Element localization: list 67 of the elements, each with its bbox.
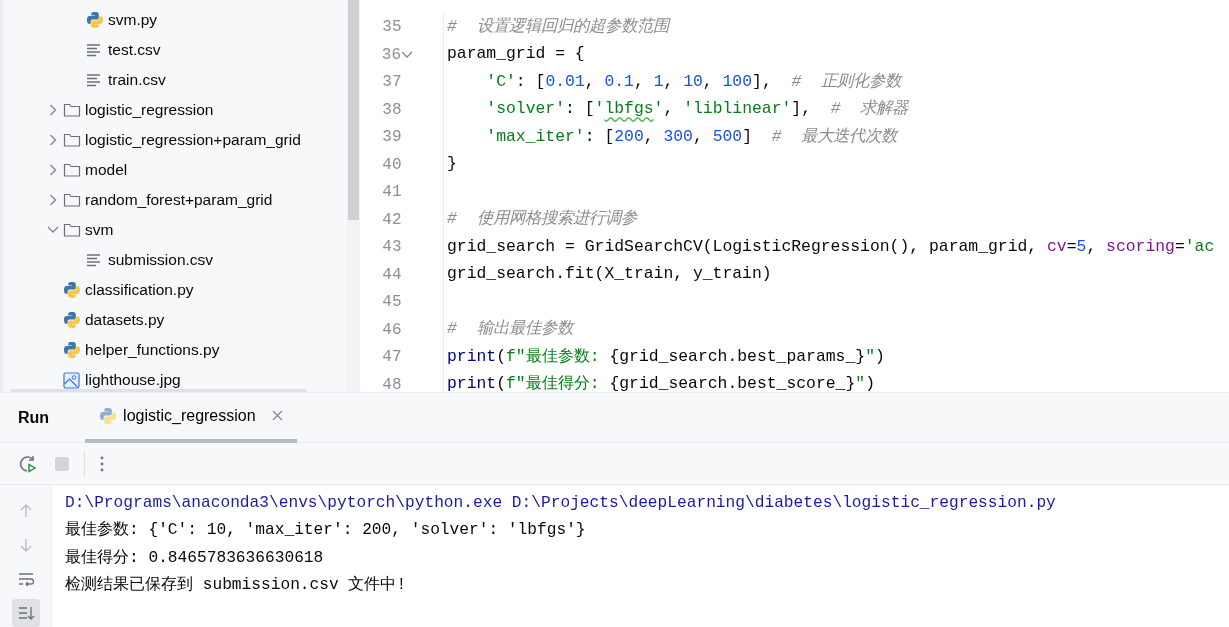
folder-icon	[63, 132, 81, 148]
text-file-icon	[86, 43, 102, 57]
file-name[interactable]: submission.csv	[108, 250, 214, 270]
chevron-right-icon[interactable]	[49, 104, 57, 116]
line-number: 44	[381, 264, 402, 286]
image-file-icon	[63, 371, 80, 389]
file-name[interactable]: svm.py	[108, 10, 158, 30]
folder-name[interactable]: logistic_regression+param_grid	[85, 130, 301, 150]
file-name[interactable]: helper_functions.py	[85, 340, 220, 360]
line-number: 36	[380, 44, 401, 66]
folder-icon	[63, 192, 81, 208]
output-line: 检测结果已保存到 submission.csv 文件中!	[65, 574, 407, 597]
text-file-icon	[86, 73, 102, 87]
line-number: 37	[381, 72, 402, 94]
file-name[interactable]: train.csv	[108, 70, 166, 90]
output-line: 最佳参数: {'C': 10, 'max_iter': 200, 'solver': 'lbfgs'}	[65, 520, 586, 542]
code-line: grid_search.fit(X_train, y_train)	[447, 263, 772, 286]
code-line: # 输出最佳参数	[447, 318, 573, 341]
folder-name[interactable]: svm	[85, 220, 114, 240]
text-file-icon	[86, 253, 102, 267]
folder-icon	[63, 102, 81, 118]
folder-name[interactable]: model	[85, 160, 128, 180]
line-number: 38	[381, 99, 402, 121]
command-line: D:\Programs\anaconda3\envs\pytorch\python.exe D:\Projects\deepLearning\diabetes\logistic_regression.py	[65, 492, 1056, 514]
line-number: 46	[381, 319, 402, 341]
code-line: param_grid = {	[447, 43, 585, 66]
output-line: 最佳得分: 0.8465783636630618	[65, 547, 324, 569]
python-file-icon	[99, 406, 118, 425]
run-tab[interactable]: logistic_regression	[85, 392, 297, 443]
python-file-icon	[63, 341, 81, 359]
code-line: print(f"最佳参数: {grid_search.best_params_}")	[447, 345, 885, 368]
code-line: 'solver': ['lbfgs', 'liblinear'], # 求解器	[485, 98, 909, 121]
line-number: 40	[381, 154, 402, 176]
file-name[interactable]: datasets.py	[85, 310, 165, 330]
line-number: 42	[381, 209, 402, 231]
folder-name[interactable]: logistic_regression	[85, 100, 214, 120]
code-line: print(f"最佳得分: {grid_search.best_score_}")	[447, 373, 875, 392]
chevron-right-icon[interactable]	[49, 134, 57, 146]
code-line: 'C': [0.01, 0.1, 1, 10, 100], # 正则化参数	[485, 70, 901, 93]
folder-name[interactable]: random_forest+param_grid	[85, 190, 273, 210]
chevron-right-icon[interactable]	[49, 164, 57, 176]
file-name[interactable]: test.csv	[108, 40, 161, 60]
code-line: 'max_iter': [200, 300, 500] # 最大迭代次数	[485, 125, 898, 148]
python-file-icon	[63, 311, 81, 329]
code-line: # 设置逻辑回归的超参数范围	[447, 15, 669, 38]
close-icon[interactable]	[271, 410, 283, 421]
line-number: 43	[381, 237, 402, 259]
panel-title: Run	[17, 407, 51, 428]
line-number: 41	[381, 182, 402, 204]
line-number: 47	[381, 347, 402, 369]
line-number: 45	[381, 292, 402, 314]
line-number: 39	[381, 127, 402, 149]
file-name[interactable]: lighthouse.jpg	[85, 370, 181, 390]
folder-icon	[63, 222, 81, 238]
vertical-scrollbar[interactable]	[348, 0, 359, 220]
line-number: 35	[381, 17, 402, 39]
file-name[interactable]: classification.py	[85, 280, 194, 300]
python-file-icon	[86, 11, 104, 29]
python-file-icon	[63, 281, 81, 299]
code-line: grid_search = GridSearchCV(LogisticRegression(), param_grid, cv=5, scoring='ac	[447, 235, 1215, 258]
code-line: }	[447, 153, 457, 176]
chevron-down-icon[interactable]	[47, 226, 59, 234]
scroll-to-end-icon[interactable]	[11, 599, 40, 627]
folder-icon	[63, 162, 81, 178]
line-number: 48	[381, 374, 402, 392]
chevron-right-icon[interactable]	[49, 194, 57, 206]
code-line: # 使用网格搜索进行调参	[447, 208, 637, 231]
